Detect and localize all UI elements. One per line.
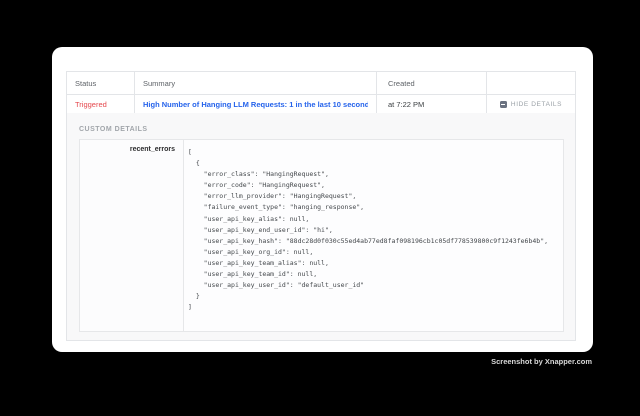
created-timestamp: at 7:22 PM	[388, 100, 424, 109]
alert-summary-link[interactable]: High Number of Hanging LLM Requests: 1 i…	[143, 100, 368, 109]
custom-details-heading: CUSTOM DETAILS	[67, 113, 575, 139]
column-header-status: Status	[67, 72, 134, 94]
custom-details-section: CUSTOM DETAILS recent_errors [ { "error_…	[66, 113, 576, 341]
created-cell: at 7:22 PM	[376, 95, 486, 114]
column-header-created: Created	[376, 72, 486, 94]
recent-errors-json: [ { "error_class": "HangingRequest", "er…	[184, 140, 563, 313]
collapse-minus-icon	[500, 101, 507, 108]
alerts-table: Status Summary Created Triggered High Nu…	[66, 71, 576, 115]
status-badge: Triggered	[75, 100, 107, 109]
column-header-actions	[486, 72, 575, 94]
table-row: Triggered High Number of Hanging LLM Req…	[67, 95, 575, 114]
hide-details-button[interactable]: HIDE DETAILS	[500, 101, 562, 108]
status-cell: Triggered	[67, 95, 134, 114]
table-header-row: Status Summary Created	[67, 72, 575, 95]
column-header-summary: Summary	[134, 72, 376, 94]
hide-details-label: HIDE DETAILS	[511, 101, 562, 108]
alert-card: Status Summary Created Triggered High Nu…	[52, 47, 593, 352]
xnapper-watermark: Screenshot by Xnapper.com	[491, 357, 592, 366]
details-key-label: recent_errors	[80, 140, 184, 331]
actions-cell: HIDE DETAILS	[486, 95, 575, 114]
details-panel: recent_errors [ { "error_class": "Hangin…	[79, 139, 564, 332]
summary-cell: High Number of Hanging LLM Requests: 1 i…	[134, 95, 376, 114]
details-value-area: [ { "error_class": "HangingRequest", "er…	[184, 140, 563, 331]
